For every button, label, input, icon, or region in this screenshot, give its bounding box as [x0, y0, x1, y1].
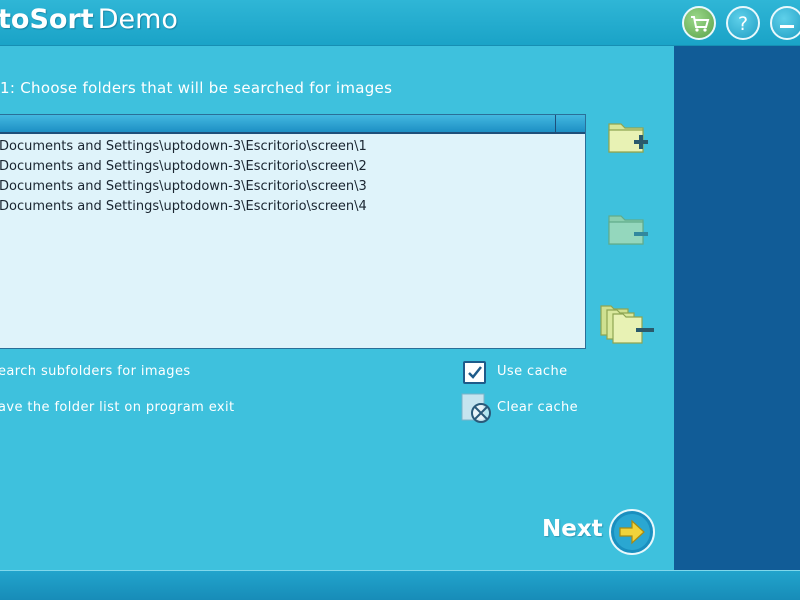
search-subfolders-option[interactable]: earch subfolders for images	[0, 364, 191, 379]
clear-cache-label[interactable]: Clear cache	[497, 400, 578, 415]
remove-folder-button[interactable]	[606, 208, 652, 250]
remove-all-folders-button[interactable]	[598, 298, 658, 346]
list-header-column	[555, 115, 585, 132]
remove-all-folders-icon	[600, 305, 654, 344]
list-item[interactable]: Documents and Settings\uptodown-3\Escrit…	[0, 177, 585, 197]
title-bar: toSort Demo ?	[0, 0, 800, 46]
clear-cache-button[interactable]	[460, 392, 494, 426]
minimize-button[interactable]	[770, 6, 800, 40]
help-icon: ?	[738, 13, 748, 35]
help-button[interactable]: ?	[726, 6, 760, 40]
app-title: toSort Demo	[0, 4, 178, 35]
list-item[interactable]: Documents and Settings\uptodown-3\Escrit…	[0, 137, 585, 157]
clear-cache-icon	[461, 393, 491, 423]
cart-icon	[691, 16, 710, 32]
remove-folder-icon	[608, 215, 648, 245]
add-folder-icon	[608, 123, 648, 153]
next-label[interactable]: Next	[542, 516, 603, 542]
use-cache-label[interactable]: Use cache	[497, 364, 568, 379]
folder-rows: Documents and Settings\uptodown-3\Escrit…	[0, 137, 585, 217]
checkmark-icon	[468, 366, 482, 379]
step-instruction: 1: Choose folders that will be searched …	[0, 79, 393, 97]
list-item[interactable]: Documents and Settings\uptodown-3\Escrit…	[0, 157, 585, 177]
list-header	[0, 115, 585, 134]
next-button[interactable]	[609, 509, 655, 555]
app-title-edition: Demo	[97, 4, 178, 35]
cart-button[interactable]	[682, 6, 716, 40]
side-panel	[674, 46, 800, 570]
list-item[interactable]: Documents and Settings\uptodown-3\Escrit…	[0, 197, 585, 217]
app-title-name: toSort	[0, 4, 94, 35]
minimize-icon	[780, 25, 794, 28]
status-bar	[0, 570, 800, 600]
folder-list[interactable]: Documents and Settings\uptodown-3\Escrit…	[0, 114, 586, 349]
arrow-right-icon	[609, 509, 655, 555]
add-folder-button[interactable]	[606, 116, 652, 158]
save-folder-list-option[interactable]: ave the folder list on program exit	[0, 400, 234, 415]
svg-text:?: ?	[738, 13, 748, 35]
use-cache-checkbox[interactable]	[463, 361, 486, 384]
